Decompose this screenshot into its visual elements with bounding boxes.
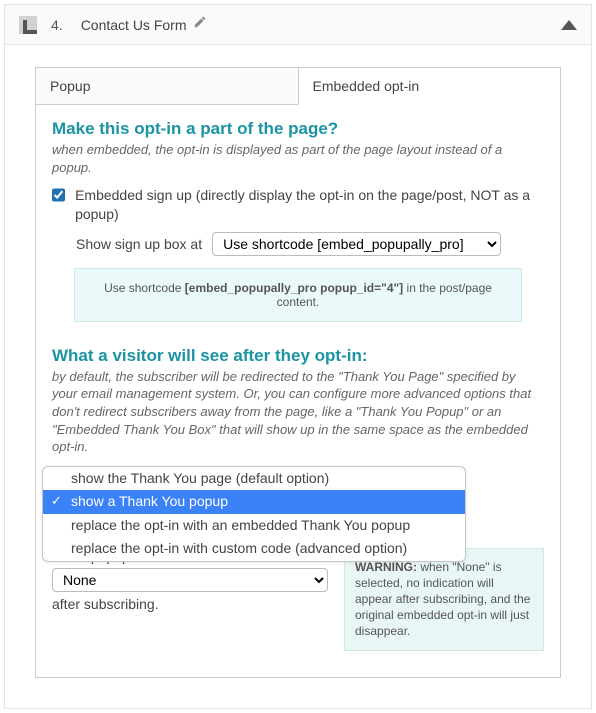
page-title: Contact Us Form: [81, 17, 187, 33]
section2-subtitle: by default, the subscriber will be redir…: [52, 368, 544, 456]
tab-body-embedded: Make this opt-in a part of the page? whe…: [35, 105, 561, 678]
dd-option-custom-code[interactable]: replace the opt-in with custom code (adv…: [43, 537, 465, 561]
after-optin-dropdown[interactable]: show the Thank You page (default option)…: [42, 466, 466, 562]
warning-label: WARNING:: [355, 560, 417, 574]
show-popup-select[interactable]: None: [52, 568, 328, 592]
section2-title: What a visitor will see after they opt-i…: [52, 346, 544, 366]
section1-title: Make this opt-in a part of the page?: [52, 119, 544, 139]
dd-option-embedded-popup[interactable]: replace the opt-in with an embedded Than…: [43, 514, 465, 538]
dd-option-thankyou-page[interactable]: show the Thank You page (default option): [43, 467, 465, 491]
panel-header: 4. Contact Us Form: [5, 5, 591, 45]
tab-popup[interactable]: Popup: [36, 68, 298, 105]
collapse-icon[interactable]: [561, 20, 577, 30]
pencil-icon[interactable]: [193, 15, 207, 34]
after-subscribing-label: after subscribing.: [52, 596, 328, 612]
section1-subtitle: when embedded, the opt-in is displayed a…: [52, 141, 544, 176]
tabs: Popup Embedded opt-in: [35, 67, 561, 105]
warning-box: WARNING: when "None" is selected, no ind…: [344, 548, 544, 651]
step-number: 4.: [51, 17, 63, 33]
logo-icon: [19, 16, 37, 34]
embedded-checkbox[interactable]: [52, 188, 65, 202]
tab-embedded[interactable]: Embedded opt-in: [298, 68, 561, 105]
show-box-label: Show sign up box at: [76, 236, 202, 252]
embedded-checkbox-label: Embedded sign up (directly display the o…: [75, 186, 544, 224]
dd-option-thankyou-popup[interactable]: show a Thank You popup: [43, 490, 465, 514]
shortcode-note: Use shortcode [embed_popupally_pro popup…: [74, 268, 522, 322]
show-box-select[interactable]: Use shortcode [embed_popupally_pro]: [212, 232, 501, 256]
